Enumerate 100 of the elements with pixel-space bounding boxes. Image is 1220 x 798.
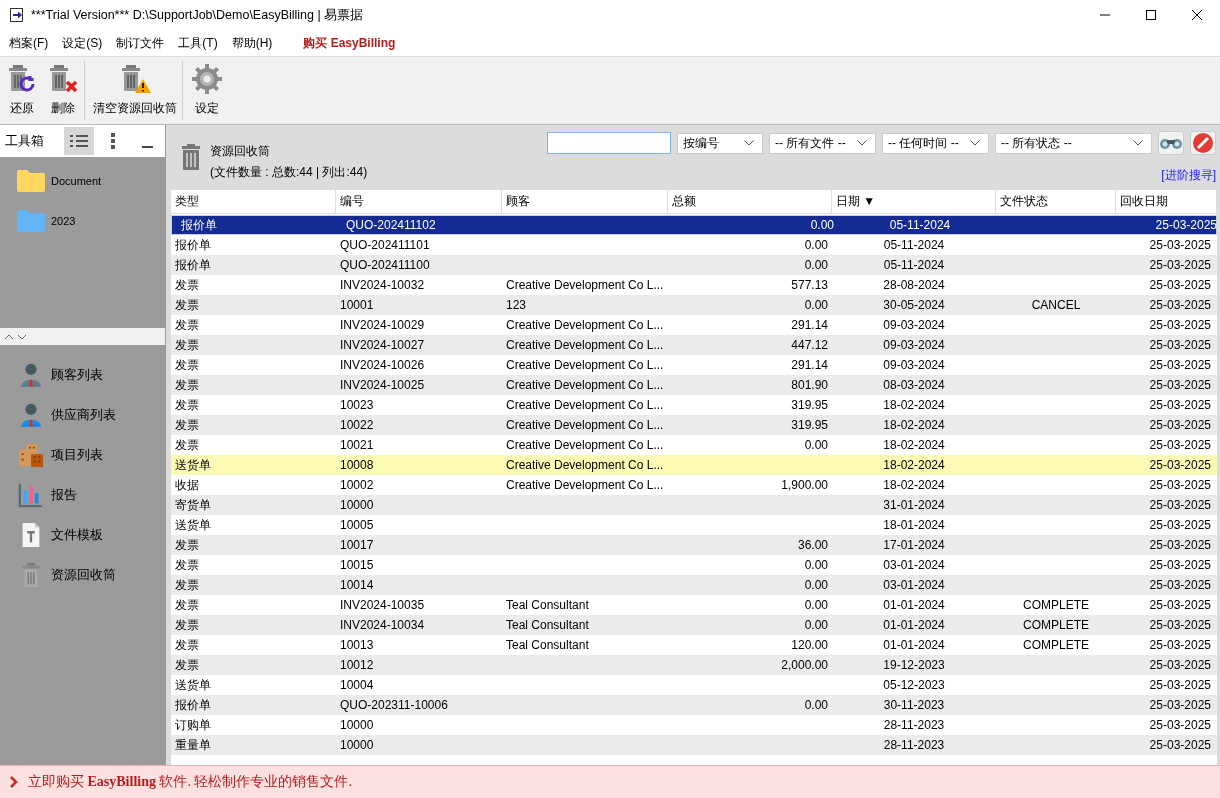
table-cell: 09-03-2024 (883, 318, 945, 332)
table-cell: 05-11-2024 (889, 218, 951, 232)
table-cell: 25-03-2025 (1149, 478, 1211, 492)
nav-item[interactable]: 项目列表 (0, 435, 165, 475)
table-cell: Creative Development Co L... (506, 418, 664, 432)
bin-warning-icon (119, 63, 151, 95)
table-cell: 291.14 (791, 318, 828, 332)
table-cell: 25-03-2025 (1149, 298, 1211, 312)
collapse-expand-icon[interactable] (4, 332, 28, 341)
table-cell: 319.95 (791, 418, 828, 432)
table-row[interactable]: 发票 10022 Creative Development Co L... 319.95 18-02-2024 25-03-2025 (171, 415, 1217, 435)
folder-item[interactable]: Document (0, 161, 165, 201)
toolbar-button[interactable]: 清空资源回收筒 (90, 57, 180, 124)
table-cell: 发票 (175, 657, 199, 672)
column-header[interactable]: 回收日期 (1116, 190, 1217, 213)
table-row[interactable]: 寄货单 10000 31-01-2024 25-03-2025 (171, 495, 1217, 515)
table-cell: 发票 (175, 357, 199, 372)
advanced-search-link[interactable]: [进阶搜寻] (1161, 167, 1216, 184)
panel-title: 资源回收筒 (210, 143, 271, 160)
table-cell: 05-12-2023 (883, 678, 945, 692)
folder-item[interactable]: 2023 (0, 201, 165, 241)
table-cell: 25-03-2025 (1149, 498, 1211, 512)
table-row[interactable]: 发票 10017 36.00 17-01-2024 25-03-2025 (171, 535, 1217, 555)
list-view-button[interactable] (64, 127, 94, 155)
minimize-icon[interactable] (142, 145, 153, 149)
nav-item[interactable]: 供应商列表 (0, 395, 165, 435)
window-title: ***Trial Version*** D:\SupportJob\Demo\EasyBilling | 易票据 (31, 6, 365, 24)
table-cell: 发票 (175, 537, 199, 552)
nav-item[interactable]: 资源回收筒 (0, 555, 165, 595)
table-cell: 25-03-2025 (1149, 458, 1211, 472)
table-cell: 0.00 (804, 598, 828, 612)
toolbar-button[interactable]: 设定 (188, 57, 226, 124)
filter-dropdown[interactable]: -- 所有状态 -- (995, 132, 1152, 154)
filter-dropdown[interactable]: -- 任何时间 -- (882, 132, 989, 154)
table-cell: 25-03-2025 (1149, 398, 1211, 412)
bin-delete-icon (47, 63, 79, 95)
table-cell: COMPLETE (1023, 618, 1089, 632)
nav-item[interactable]: 顾客列表 (0, 355, 165, 395)
menu-item[interactable]: 设定(S) (55, 34, 110, 52)
binoculars-button[interactable] (1158, 131, 1184, 155)
table-cell: 25-03-2025 (1149, 578, 1211, 592)
table-cell: 18-02-2024 (883, 458, 945, 472)
table-cell: 30-11-2023 (883, 698, 945, 712)
column-header[interactable]: 日期 ▼ (832, 190, 996, 213)
table-cell: INV2024-10025 (340, 378, 425, 392)
table-cell: QUO-202311-10006 (340, 698, 448, 712)
table-cell: QUO-202411102 (346, 218, 436, 232)
table-row[interactable]: 送货单 10008 Creative Development Co L... 18-02-2024 25-03-2025 (171, 455, 1217, 475)
file-count: (文件数量 : 总数:44 | 列出:44) (210, 164, 368, 181)
column-header[interactable]: 编号 (336, 190, 502, 213)
column-header[interactable]: 总额 (668, 190, 832, 213)
menu-item[interactable]: 档案(F) (2, 34, 56, 52)
table-row[interactable]: 发票 INV2024-10025 Creative Development Co L... 801.90 08-03-2024 25-03-2025 (171, 375, 1217, 395)
menu-item[interactable]: 工具(T) (171, 34, 225, 52)
table-cell: 发票 (175, 297, 199, 312)
column-header[interactable]: 文件状态 (996, 190, 1116, 213)
menu-item[interactable]: 帮助(H) (224, 34, 280, 52)
table-cell: 10004 (340, 678, 374, 692)
table-cell: INV2024-10026 (340, 358, 425, 372)
table-cell: 发票 (175, 597, 199, 612)
table-cell: 08-03-2024 (883, 378, 945, 392)
table-cell: QUO-202411101 (340, 238, 430, 252)
table-cell: 发票 (175, 397, 199, 412)
clear-button[interactable] (1190, 131, 1216, 155)
column-header[interactable]: 类型 (171, 190, 336, 213)
table-cell: 订购单 (175, 717, 211, 732)
table-row[interactable]: 报价单 QUO-202311-10006 0.00 30-11-2023 25-03-2025 (171, 695, 1217, 715)
table-row[interactable]: 发票 INV2024-10034 Teal Consultant 0.00 01-01-2024 COMPLETE 25-03-2025 (171, 615, 1217, 635)
table-row[interactable]: 重量单 10000 28-11-2023 25-03-2025 (171, 735, 1217, 755)
filter-dropdown[interactable]: 按编号 (677, 132, 763, 154)
column-header[interactable]: 顾客 (502, 190, 668, 213)
table-cell: 10000 (340, 498, 374, 512)
table-cell: 寄货单 (175, 497, 211, 512)
nav-item[interactable]: 文件模板 (0, 515, 165, 555)
table-row[interactable]: 报价单 QUO-202411100 0.00 05-11-2024 25-03-2025 (171, 255, 1217, 275)
toolbox-title: 工具箱 (5, 132, 44, 150)
search-field[interactable] (547, 132, 671, 154)
table-cell: 2,000.00 (781, 658, 828, 672)
filter-dropdown[interactable]: -- 所有文件 -- (769, 132, 876, 154)
caret-icon (744, 140, 754, 146)
table-cell: QUO-202411100 (340, 258, 430, 272)
table-cell: 10015 (340, 558, 374, 572)
table-cell: 01-01-2024 (883, 638, 945, 652)
table-cell: 05-11-2024 (883, 258, 945, 272)
table-cell: 10014 (340, 578, 374, 592)
buy-link[interactable]: 购买 EasyBilling (303, 34, 396, 52)
table-cell: 发票 (175, 277, 199, 292)
toolbar-button[interactable]: 还原 (3, 57, 41, 124)
table-row[interactable]: 发票 10014 0.00 03-01-2024 25-03-2025 (171, 575, 1217, 595)
table-row[interactable]: 发票 10012 2,000.00 19-12-2023 25-03-2025 (171, 655, 1217, 675)
toolbar-button[interactable]: 删除 (44, 57, 82, 124)
table-cell: 0.00 (804, 558, 828, 572)
nav-item[interactable]: 报告 (0, 475, 165, 515)
table-row[interactable]: 发票 INV2024-10027 Creative Development Co L... 447.12 09-03-2024 25-03-2025 (171, 335, 1217, 355)
table-cell: 120.00 (791, 638, 828, 652)
table-row[interactable]: 发票 10001 123 0.00 30-05-2024 CANCEL 25-03-2025 (171, 295, 1217, 315)
menu-item[interactable]: 制订文件 (109, 34, 172, 52)
table-cell: 577.13 (791, 278, 828, 292)
promo-text[interactable]: 立即购买 EasyBilling 软件. 轻松制作专业的销售文件. (28, 773, 352, 791)
table-cell: 17-01-2024 (883, 538, 945, 552)
